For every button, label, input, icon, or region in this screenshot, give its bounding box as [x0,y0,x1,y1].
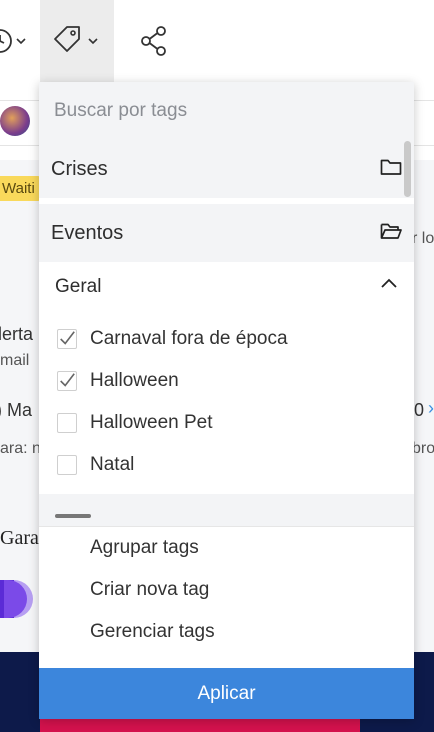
brand-logo-icon [0,580,33,618]
tag-search-input[interactable] [39,82,414,140]
tag-item[interactable]: Natal [39,444,414,486]
tag-label: Halloween Pet [90,412,213,433]
background-text: lerta [0,324,34,344]
tag-label: Carnaval fora de época [90,328,288,349]
background-text: ) Ma [0,400,32,420]
tag-item[interactable]: Carnaval fora de época [39,318,414,360]
tag-icon [54,26,98,52]
share-icon [141,26,166,56]
tag-list: Crises Eventos Geral Carnaval fora de ép… [39,140,414,527]
clock-icon [0,29,26,53]
tag-dropdown: Crises Eventos Geral Carnaval fora de ép… [39,82,414,719]
checkbox[interactable] [57,455,77,475]
chevron-up-icon [381,278,397,288]
checkbox[interactable] [57,371,77,391]
folder-label: Crises [51,157,108,180]
group-geral-header[interactable]: Geral [39,262,414,312]
background-text: ara: n [0,440,41,457]
tag-label: Halloween [90,370,179,391]
status-badge: Waiti [0,176,41,201]
tag-item[interactable]: Halloween Pet [39,402,414,444]
group-label: Geral [55,276,102,297]
folder-eventos[interactable]: Eventos [39,204,414,262]
apply-button[interactable]: Aplicar [39,668,414,719]
toolbar [0,0,434,82]
tag-label: Natal [90,454,135,475]
manage-tags-action[interactable]: Gerenciar tags [90,621,215,643]
scrollbar[interactable] [404,141,411,197]
background-text: Gara [0,527,39,549]
folder-label: Eventos [51,221,124,244]
checkmark-icon [60,331,75,345]
tag-actions: Agrupar tags Criar nova tag Gerenciar ta… [39,526,414,642]
folder-open-icon [380,223,402,239]
next-group-header[interactable] [39,494,414,527]
checkbox[interactable] [57,329,77,349]
share-button[interactable] [132,0,176,82]
folder-crises[interactable]: Crises [39,140,414,198]
create-tag-action[interactable]: Criar nova tag [90,579,209,601]
group-tags-action[interactable]: Agrupar tags [90,537,199,559]
checkmark-icon [60,373,75,387]
background-link[interactable]: › [428,398,434,419]
background-text: bro [412,440,434,457]
background-text: 0 [414,400,425,420]
clock-filter-button[interactable] [0,0,34,82]
tag-filter-button[interactable] [40,0,114,82]
checkbox[interactable] [57,413,77,433]
background-text: mail [0,352,30,369]
background-snippet: r lo [412,230,434,247]
avatar[interactable] [0,106,30,136]
next-group-label-fragment [55,514,91,518]
folder-closed-icon [380,159,402,175]
tag-item[interactable]: Halloween [39,360,414,402]
